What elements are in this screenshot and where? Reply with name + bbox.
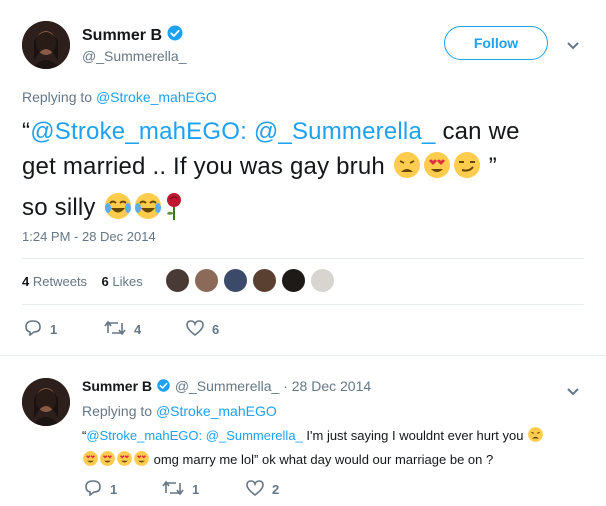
replying-to-link[interactable]: @Stroke_mahEGO: [156, 403, 277, 419]
heart-eyes-emoji: [116, 450, 133, 473]
retweet-icon: [162, 480, 184, 499]
retweet-label: Retweets: [32, 274, 88, 289]
reply-handle[interactable]: @_Summerella_: [175, 378, 279, 394]
mention-link[interactable]: @Stroke_mahEGO:: [30, 118, 247, 145]
verified-badge-icon: [156, 378, 171, 396]
like-count: 6: [101, 274, 109, 289]
retweet-count-action: 1: [192, 482, 200, 497]
liker-avatar[interactable]: [223, 268, 248, 293]
text-segment: can we: [442, 118, 520, 145]
replying-to-link[interactable]: @Stroke_mahEGO: [96, 89, 217, 105]
mention-link[interactable]: @_Summerella_: [254, 118, 436, 145]
section-divider: [0, 355, 606, 356]
reply-action[interactable]: 1: [84, 480, 117, 499]
likers-avatars: [165, 268, 335, 293]
chevron-down-icon[interactable]: [566, 384, 580, 402]
retweet-action[interactable]: 4: [104, 320, 141, 339]
reply-header: Summer B @_Summerella_ · 28 Dec 2014: [82, 378, 371, 396]
author-handle[interactable]: @_Summerella_: [82, 48, 186, 64]
reply-display-name[interactable]: Summer B: [82, 378, 152, 394]
tweet-text: “@Stroke_mahEGO: @_Summerella_ can we ge…: [22, 114, 592, 231]
retweet-count-action: 4: [134, 322, 142, 337]
author-avatar[interactable]: [22, 21, 70, 69]
smirk-emoji: [452, 150, 482, 190]
heart-eyes-emoji: [133, 450, 150, 473]
weary-face-emoji: [527, 426, 544, 449]
mention-link[interactable]: @_Summerella_: [206, 428, 303, 443]
chevron-down-icon[interactable]: [566, 38, 580, 56]
close-quote: ”: [488, 153, 497, 180]
heart-eyes-emoji: [422, 150, 452, 190]
author-display-name[interactable]: Summer B: [82, 24, 184, 47]
tweet-text-line-3: so silly: [22, 190, 592, 231]
reply-icon: [84, 480, 102, 499]
follow-button[interactable]: Follow: [444, 26, 548, 60]
open-quote: “: [22, 118, 31, 145]
liker-avatar[interactable]: [165, 268, 190, 293]
divider: [22, 258, 584, 259]
verified-badge-icon: [166, 24, 184, 47]
reply-count: 1: [50, 322, 58, 337]
mention-link[interactable]: @Stroke_mahEGO:: [86, 428, 202, 443]
liker-avatar[interactable]: [252, 268, 277, 293]
replying-to-prefix: Replying to: [22, 89, 93, 105]
reply-action[interactable]: 1: [24, 320, 57, 339]
engagement-stats: 4 Retweets 6 Likes: [22, 274, 143, 289]
replying-to-prefix: Replying to: [82, 403, 153, 419]
text-segment: omg marry me lol” ok what day would our …: [153, 452, 494, 467]
tears-of-joy-emoji: [133, 191, 163, 231]
reply-author-avatar[interactable]: [22, 378, 70, 426]
heart-icon: [186, 320, 204, 339]
retweet-action[interactable]: 1: [162, 480, 199, 499]
text-segment: so silly: [22, 194, 96, 221]
like-label: Likes: [112, 274, 143, 289]
weary-face-emoji: [392, 150, 422, 190]
divider: [22, 304, 584, 305]
replying-to-line: Replying to @Stroke_mahEGO: [22, 89, 217, 105]
text-segment: get married .. If you was gay bruh: [22, 153, 385, 180]
like-count-action: 2: [272, 482, 280, 497]
reply-text: “@Stroke_mahEGO: @_Summerella_ I'm just …: [82, 425, 582, 473]
retweets-stat[interactable]: 4 Retweets: [22, 274, 87, 289]
tweet-timestamp[interactable]: 1:24 PM - 28 Dec 2014: [22, 229, 156, 244]
reply-text-line-2: omg marry me lol” ok what day would our …: [82, 449, 582, 473]
like-count-action: 6: [212, 322, 220, 337]
liker-avatar[interactable]: [194, 268, 219, 293]
reply-count: 1: [110, 482, 118, 497]
rose-emoji: [163, 191, 185, 231]
like-action[interactable]: 6: [186, 320, 219, 339]
liker-avatar[interactable]: [310, 268, 335, 293]
text-segment: I'm just saying I wouldnt ever hurt you: [306, 428, 524, 443]
reply-text-line-1: “@Stroke_mahEGO: @_Summerella_ I'm just …: [82, 425, 582, 449]
heart-eyes-emoji: [82, 450, 99, 473]
heart-icon: [246, 480, 264, 499]
reply-icon: [24, 320, 42, 339]
reply-separator: ·: [283, 378, 288, 394]
tweet-text-line-2: get married .. If you was gay bruh ”: [22, 149, 592, 190]
tweet-text-line-1: “@Stroke_mahEGO: @_Summerella_ can we: [22, 114, 592, 149]
display-name-text[interactable]: Summer B: [82, 27, 162, 44]
like-action[interactable]: 2: [246, 480, 279, 499]
tears-of-joy-emoji: [103, 191, 133, 231]
retweet-count: 4: [22, 274, 30, 289]
reply-date[interactable]: 28 Dec 2014: [292, 378, 371, 394]
retweet-icon: [104, 320, 126, 339]
likes-stat[interactable]: 6 Likes: [102, 274, 143, 289]
heart-eyes-emoji: [99, 450, 116, 473]
liker-avatar[interactable]: [281, 268, 306, 293]
reply-replying-to: Replying to @Stroke_mahEGO: [82, 403, 277, 419]
